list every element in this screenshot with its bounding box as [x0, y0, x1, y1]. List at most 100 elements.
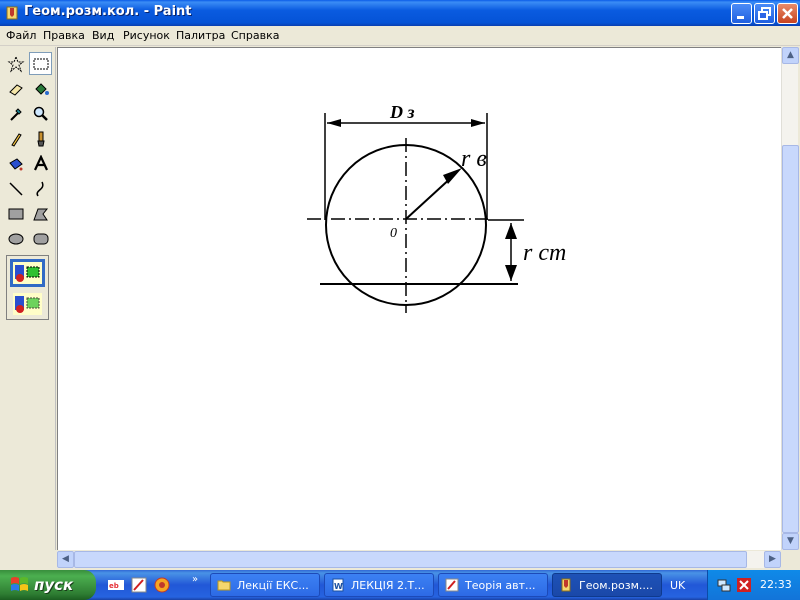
task-label: Теорія авт... [465, 579, 536, 592]
vertical-scroll-thumb[interactable] [782, 145, 799, 533]
text-a-icon [33, 154, 48, 170]
windows-logo-icon [11, 577, 28, 591]
scroll-left-button[interactable]: ◀ [57, 551, 74, 568]
ellipse-icon [8, 233, 23, 244]
quicklaunch-chevron-icon[interactable]: » [192, 574, 198, 585]
rectangle-icon [8, 208, 23, 219]
resize-corner[interactable] [781, 551, 798, 568]
diameter-arrow-right [471, 119, 485, 127]
paint-bucket-icon [34, 82, 49, 95]
close-icon [782, 8, 793, 19]
transparent-shapes-icon [13, 293, 42, 315]
menu-palette[interactable]: Палитра [176, 29, 225, 42]
taskbar: пуск eb » Лекції ЕКС... W ЛЕКЦІЯ 2.Т... … [0, 570, 800, 600]
fill-tool[interactable] [29, 77, 52, 100]
task-lectures[interactable]: Лекції ЕКС... [210, 573, 320, 597]
curve-tool[interactable] [29, 177, 52, 200]
pencil-icon [10, 132, 22, 147]
tool-options-panel [6, 255, 49, 320]
window-title: Геом.розм.кол. - Paint [24, 4, 192, 19]
polygon-tool[interactable] [29, 202, 52, 225]
menu-help[interactable]: Справка [231, 29, 279, 42]
rect-select-tool[interactable] [29, 52, 52, 75]
rct-arrow-top [505, 223, 517, 239]
paint-quicklaunch-icon[interactable] [131, 577, 147, 593]
ellipse-tool[interactable] [4, 227, 27, 250]
magnifier-tool[interactable] [29, 102, 52, 125]
airbrush-tool[interactable] [4, 152, 27, 175]
horizontal-scrollbar[interactable]: ◀ ▶ [57, 551, 781, 568]
antivirus-icon[interactable] [736, 577, 752, 593]
opaque-selection-option[interactable] [10, 259, 45, 287]
rounded-rectangle-icon [33, 233, 48, 244]
task-lecture-2[interactable]: W ЛЕКЦІЯ 2.Т... [324, 573, 434, 597]
close-button[interactable] [777, 3, 798, 24]
radius-line [405, 175, 454, 220]
paint-app-icon [561, 578, 571, 592]
scroll-up-button[interactable]: ▲ [782, 47, 799, 64]
vertical-scrollbar[interactable]: ▲ ▼ [781, 47, 799, 550]
brush-icon [36, 131, 45, 146]
label-radius-b: r в [461, 146, 487, 172]
diameter-arrow-left [327, 119, 341, 127]
eraser-icon [8, 83, 23, 96]
network-icon[interactable] [716, 577, 732, 593]
line-tool[interactable] [4, 177, 27, 200]
rect-select-icon [33, 58, 48, 69]
label-diameter: D з [389, 102, 415, 122]
ebay-icon[interactable]: eb [108, 577, 124, 593]
horizontal-scroll-thumb[interactable] [74, 551, 747, 568]
start-button[interactable]: пуск [0, 570, 96, 600]
curve-icon [35, 181, 44, 196]
star-select-icon [7, 55, 24, 72]
media-player-icon[interactable] [154, 577, 170, 593]
menu-edit[interactable]: Правка [43, 29, 85, 42]
paint-app-icon [6, 6, 18, 20]
minimize-icon [737, 16, 744, 19]
system-tray: 22:33 [707, 570, 800, 600]
folder-icon [217, 580, 231, 591]
menu-image[interactable]: Рисунок [123, 29, 170, 42]
label-radius-ct: r ст [523, 240, 566, 266]
word-document-icon: W [332, 578, 344, 592]
restore-icon [758, 7, 771, 20]
menu-view[interactable]: Вид [92, 29, 114, 42]
task-theory[interactable]: Теорія авт... [438, 573, 548, 597]
rounded-rectangle-tool[interactable] [29, 227, 52, 250]
eraser-tool[interactable] [4, 77, 27, 100]
drawing-canvas[interactable]: D з r в 0 r ст [57, 47, 781, 550]
task-label: Лекції ЕКС... [237, 579, 309, 592]
rct-arrow-bottom [505, 265, 517, 281]
drawing-svg: D з r в 0 r ст [307, 102, 566, 313]
menu-bar: Файл Правка Вид Рисунок Палитра Справка [0, 26, 800, 46]
start-label: пуск [34, 576, 74, 594]
color-picker-tool[interactable] [4, 102, 27, 125]
language-indicator[interactable]: UK [670, 579, 685, 592]
paint-document-icon [445, 578, 459, 592]
menu-file[interactable]: Файл [6, 29, 36, 42]
eyedropper-icon [9, 107, 22, 121]
svg-text:eb: eb [109, 582, 119, 590]
transparent-selection-option[interactable] [10, 290, 45, 318]
rectangle-tool[interactable] [4, 202, 27, 225]
magnifier-icon [33, 106, 48, 121]
toolbox [0, 47, 56, 550]
label-center: 0 [390, 226, 397, 241]
clock[interactable]: 22:33 [760, 578, 792, 591]
task-geom-active[interactable]: Геом.розм.... [552, 573, 662, 597]
svg-text:W: W [334, 582, 343, 591]
brush-tool[interactable] [29, 127, 52, 150]
free-select-tool[interactable] [4, 52, 27, 75]
airbrush-icon [8, 157, 23, 170]
paint-window: Геом.розм.кол. - Paint Файл Правка Вид Р… [0, 0, 800, 570]
task-label: Геом.розм.... [579, 579, 653, 592]
scroll-right-button[interactable]: ▶ [764, 551, 781, 568]
title-bar[interactable]: Геом.розм.кол. - Paint [0, 0, 800, 26]
task-label: ЛЕКЦІЯ 2.Т... [351, 579, 425, 592]
polygon-icon [32, 208, 48, 220]
scroll-down-button[interactable]: ▼ [782, 533, 799, 550]
pencil-tool[interactable] [4, 127, 27, 150]
minimize-button[interactable] [731, 3, 752, 24]
text-tool[interactable] [29, 152, 52, 175]
restore-button[interactable] [754, 3, 775, 24]
